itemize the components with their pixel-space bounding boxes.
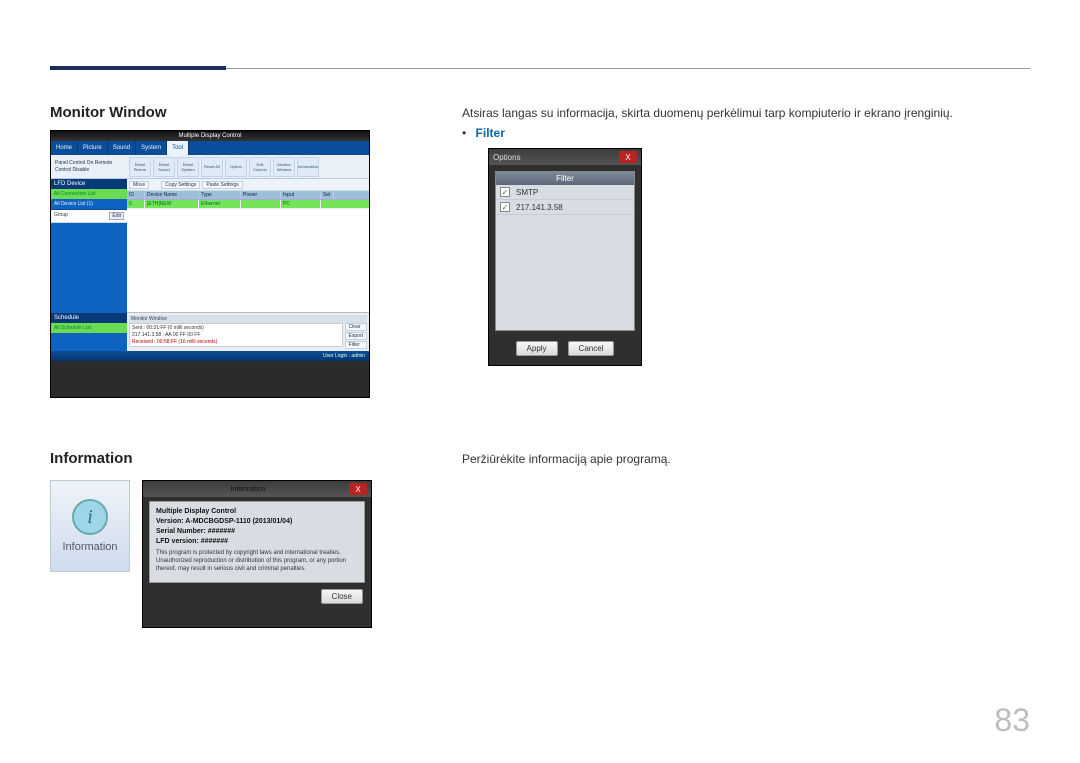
info-dialog-title-text: Information bbox=[147, 486, 349, 493]
filter-button[interactable]: Filter bbox=[345, 341, 367, 349]
filter-body: Filter ✓ SMTP ✓ 217.141.3.58 bbox=[495, 171, 635, 331]
close-icon[interactable]: X bbox=[619, 151, 637, 163]
info-icon-label: Information bbox=[62, 541, 117, 553]
monitor-window-description: Atsiras langas su informacija, skirta du… bbox=[462, 106, 1022, 120]
side-all-schedule[interactable]: All Schedule List bbox=[51, 323, 127, 333]
side-schedule-header: Schedule bbox=[51, 313, 127, 323]
subbar: Panel Control On Remote Control Disable … bbox=[51, 155, 369, 179]
app-footer: User Login : admin bbox=[51, 351, 369, 361]
information-icon-tile[interactable]: i Information bbox=[50, 480, 130, 572]
information-description: Peržiūrėkite informaciją apie programą. bbox=[462, 452, 1022, 466]
check-icon[interactable]: ✓ bbox=[500, 187, 510, 197]
filter-row-smtp[interactable]: ✓ SMTP bbox=[496, 185, 634, 200]
clear-button[interactable]: Clear bbox=[345, 323, 367, 331]
side-all-connection[interactable]: All Connection List bbox=[51, 189, 127, 199]
reset-picture-icon[interactable]: Reset Picture bbox=[129, 157, 151, 177]
subbar-left: Panel Control On Remote Control Disable bbox=[55, 160, 127, 174]
monitor-window-heading: Monitor Window bbox=[50, 104, 430, 121]
tab-picture[interactable]: Picture bbox=[78, 141, 108, 155]
check-icon[interactable]: ✓ bbox=[500, 202, 510, 212]
monitor-window-app-screenshot: Multiple Display Control Home Picture So… bbox=[50, 130, 370, 398]
export-button[interactable]: Export bbox=[345, 332, 367, 340]
filter-header: Filter bbox=[496, 172, 634, 185]
copy-settings-button[interactable]: Copy Settings bbox=[161, 181, 200, 189]
filter-bullet: • Filter bbox=[462, 126, 1022, 140]
info-serial: Serial Number: ####### bbox=[156, 528, 358, 535]
page-number: 83 bbox=[994, 702, 1030, 739]
info-version: Version: A-MDCBGDSP-1110 (2013/01/04) bbox=[156, 518, 358, 525]
filter-dialog-title: Options X bbox=[489, 149, 641, 165]
info-dialog-body: Multiple Display Control Version: A-MDCB… bbox=[149, 501, 365, 583]
edit-column-icon[interactable]: Edit Column bbox=[249, 157, 271, 177]
info-lfd: LFD version: ####### bbox=[156, 538, 358, 545]
side-edit-button[interactable]: Edit bbox=[109, 212, 124, 220]
app-tabs: Home Picture Sound System Tool bbox=[51, 141, 369, 155]
info-app-name: Multiple Display Control bbox=[156, 508, 358, 515]
information-dialog: Information X Multiple Display Control V… bbox=[142, 480, 372, 628]
information-icon[interactable]: Information bbox=[297, 157, 319, 177]
main-area: Move Copy Settings Paste Settings ID Dev… bbox=[127, 179, 369, 351]
filter-dialog-title-text: Options bbox=[493, 153, 521, 162]
tab-tool[interactable]: Tool bbox=[167, 141, 189, 155]
reset-sound-icon[interactable]: Reset Sound bbox=[153, 157, 175, 177]
move-button[interactable]: Move bbox=[129, 181, 149, 189]
monitor-panel-title: Monitor Window bbox=[129, 315, 367, 323]
monitor-log: Sent : 00:31:FF (0 milli seconds) 217.14… bbox=[129, 323, 343, 347]
side-group-row[interactable]: Group Edit bbox=[51, 210, 127, 223]
reset-all-icon[interactable]: Reset All bbox=[201, 157, 223, 177]
filter-row-label: 217.141.3.58 bbox=[516, 203, 563, 212]
info-dialog-title: Information X bbox=[143, 481, 371, 497]
side-all-device[interactable]: All Device List (1) bbox=[51, 199, 127, 210]
header-accent bbox=[50, 66, 226, 70]
toolbar: Move Copy Settings Paste Settings bbox=[127, 179, 369, 191]
tab-home[interactable]: Home bbox=[51, 141, 78, 155]
info-icon: i bbox=[72, 499, 108, 535]
sidebar: LFD Device All Connection List All Devic… bbox=[51, 179, 127, 351]
monitor-panel: Monitor Window Sent : 00:31:FF (0 milli … bbox=[127, 312, 369, 351]
tab-sound[interactable]: Sound bbox=[108, 141, 136, 155]
grid-row[interactable]: 0 [ETH]NEW Ethernet PC bbox=[127, 200, 369, 209]
grid-body: 0 [ETH]NEW Ethernet PC bbox=[127, 200, 369, 312]
cancel-button[interactable]: Cancel bbox=[568, 341, 615, 356]
monitor-window-icon[interactable]: Monitor Window bbox=[273, 157, 295, 177]
side-lfd-header: LFD Device bbox=[51, 179, 127, 189]
filter-buttons: Apply Cancel bbox=[489, 337, 641, 362]
grid-header: ID Device Name Type Power Input Set bbox=[127, 191, 369, 200]
app-title: Multiple Display Control bbox=[51, 131, 369, 141]
filter-row-ip[interactable]: ✓ 217.141.3.58 bbox=[496, 200, 634, 215]
tab-system[interactable]: System bbox=[136, 141, 167, 155]
paste-settings-button[interactable]: Paste Settings bbox=[202, 181, 242, 189]
information-heading: Information bbox=[50, 450, 430, 467]
filter-label: Filter bbox=[476, 126, 505, 140]
close-button[interactable]: Close bbox=[321, 589, 363, 604]
info-copyright: This program is protected by copyright l… bbox=[156, 549, 358, 573]
option-icon[interactable]: Option bbox=[225, 157, 247, 177]
side-group-label: Group bbox=[54, 212, 68, 220]
reset-system-icon[interactable]: Reset System bbox=[177, 157, 199, 177]
bullet-dot: • bbox=[462, 126, 466, 140]
apply-button[interactable]: Apply bbox=[516, 341, 558, 356]
filter-dialog: Options X Filter ✓ SMTP ✓ 217.141.3.58 A… bbox=[488, 148, 642, 366]
close-icon[interactable]: X bbox=[349, 483, 367, 495]
filter-row-label: SMTP bbox=[516, 188, 538, 197]
